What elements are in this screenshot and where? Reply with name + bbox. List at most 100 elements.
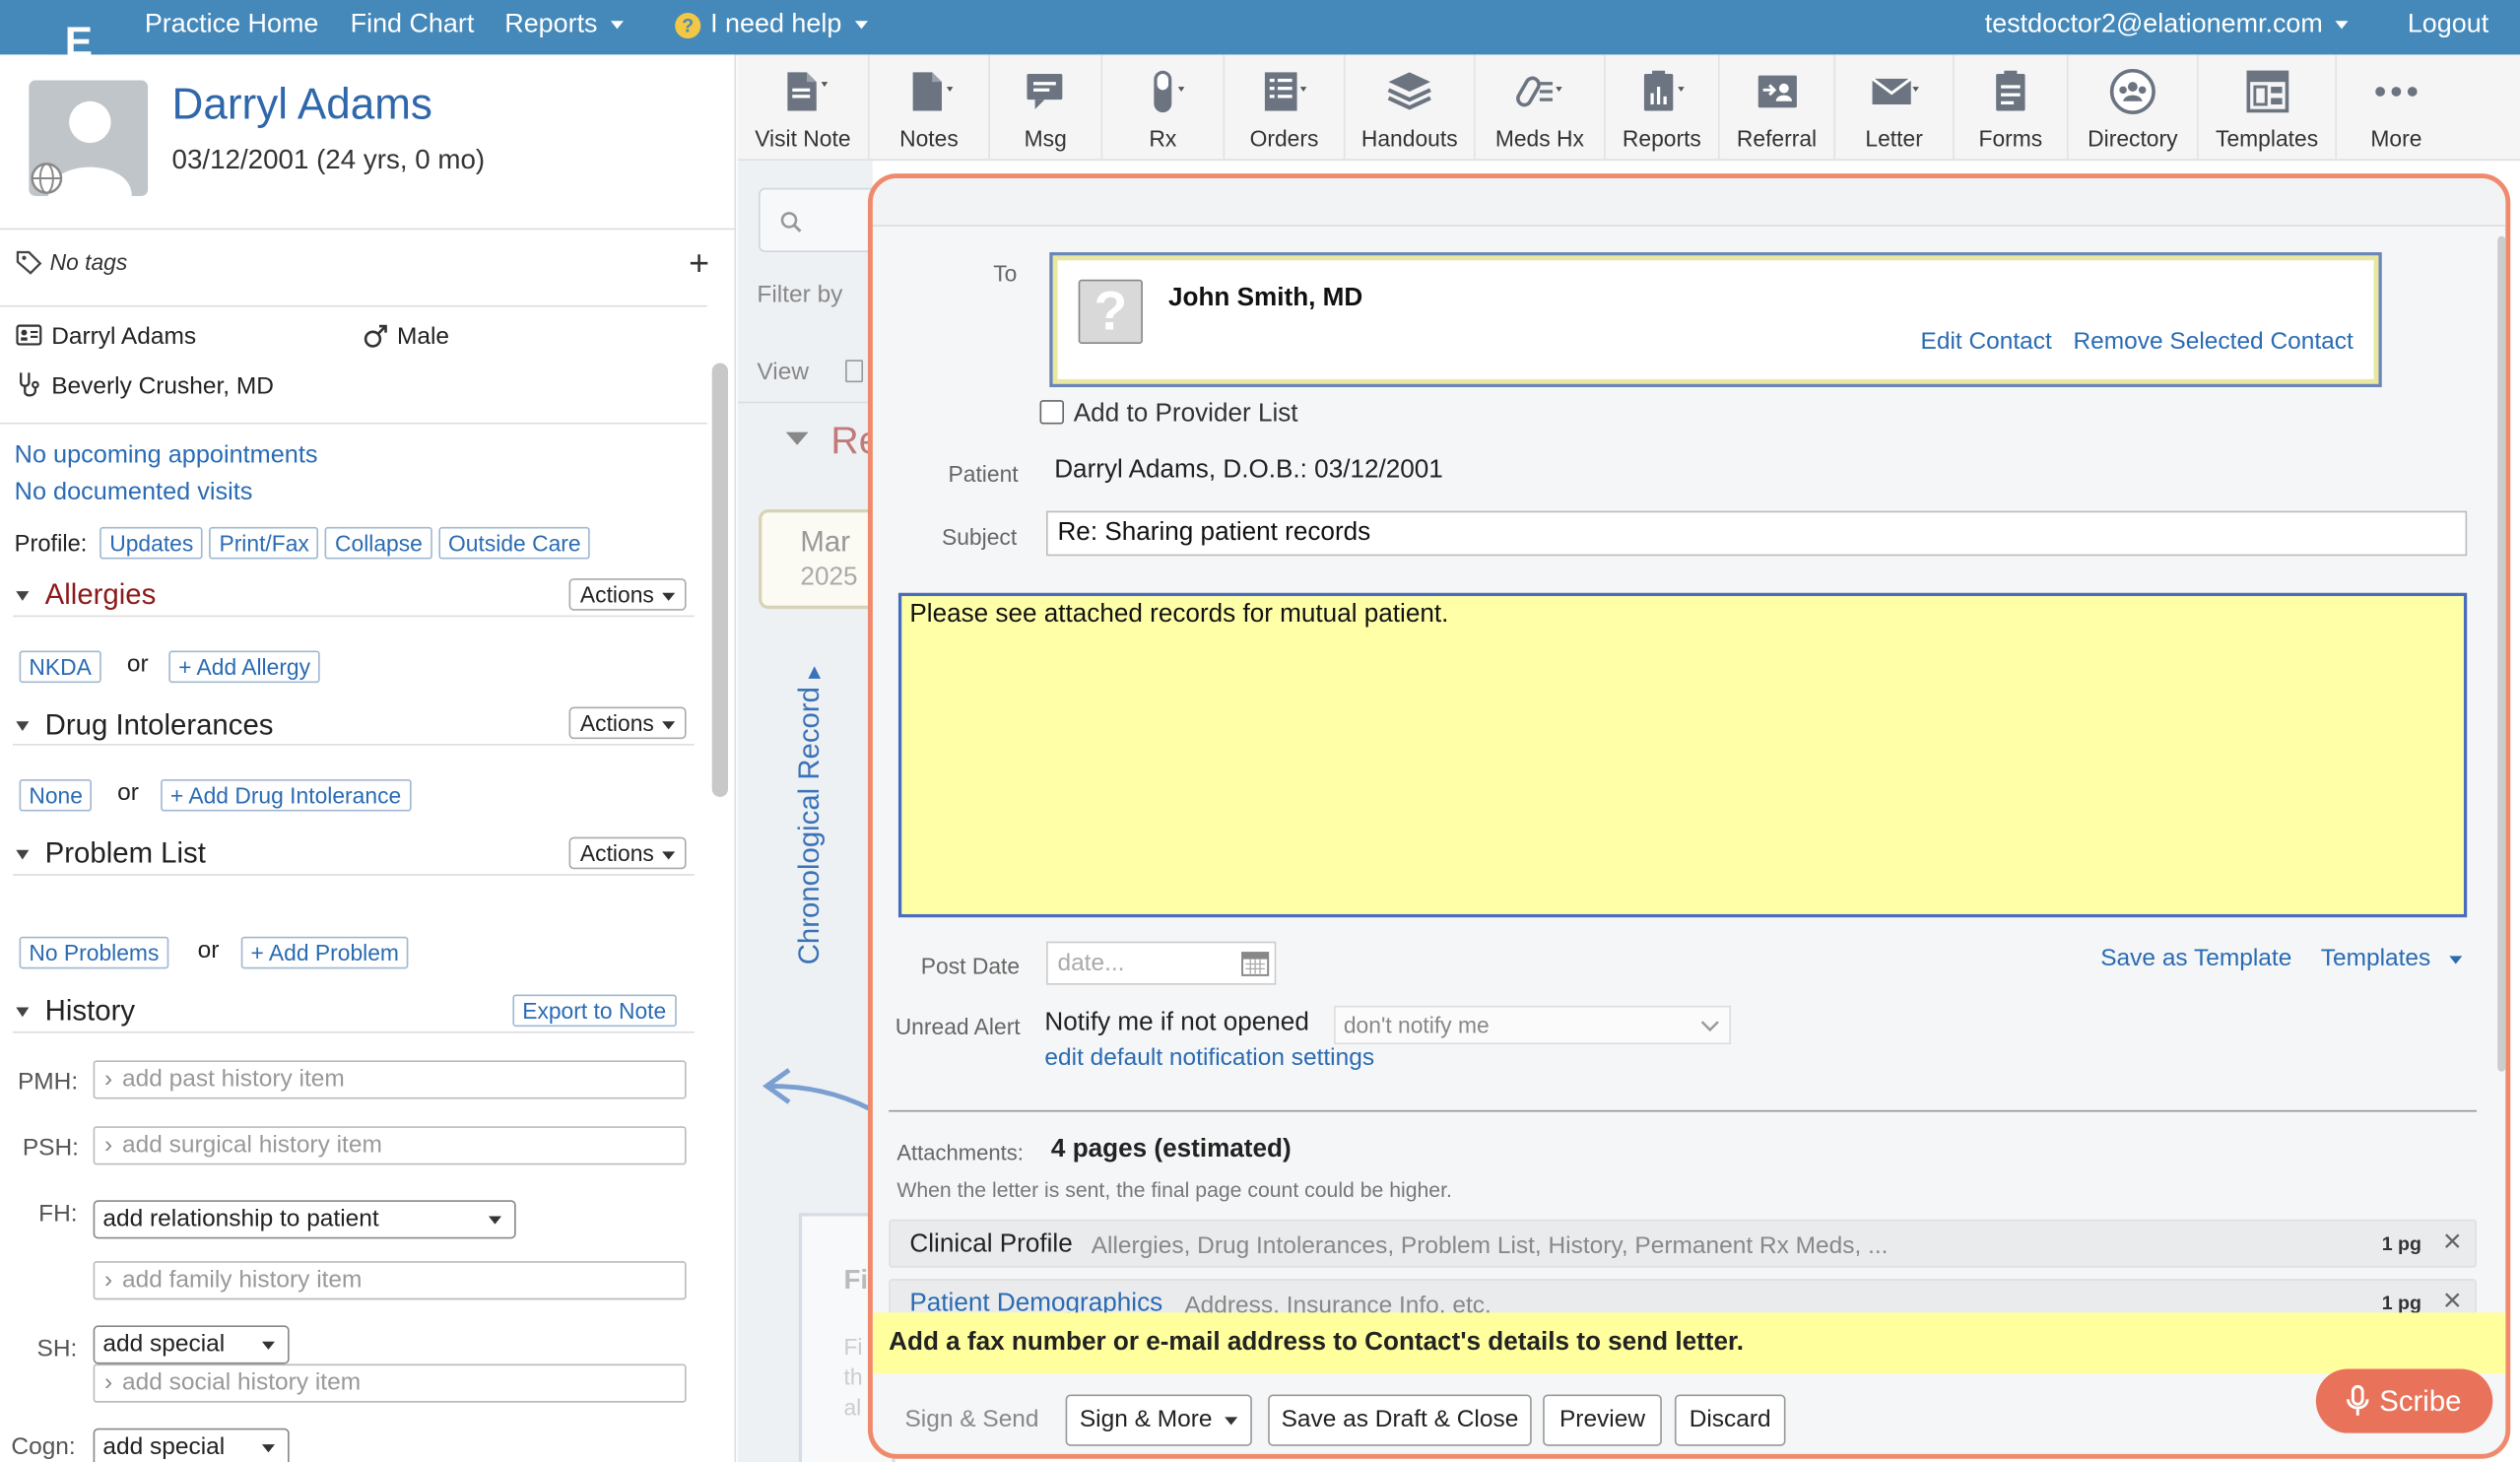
- nkda-button[interactable]: NKDA: [19, 650, 101, 684]
- divider: [13, 615, 695, 618]
- nav-reports[interactable]: Reports: [504, 9, 624, 40]
- family-history-input[interactable]: › add family history item: [93, 1261, 687, 1300]
- chevron-down-icon: [854, 21, 868, 30]
- post-date-input[interactable]: date...: [1046, 941, 1277, 985]
- preview-button[interactable]: Preview: [1543, 1394, 1662, 1446]
- dialog-scrollbar[interactable]: [2497, 235, 2506, 1072]
- logout-link[interactable]: Logout: [2408, 10, 2488, 40]
- allergies-header[interactable]: Allergies: [16, 578, 156, 612]
- form-icon: [1996, 70, 2025, 111]
- allergies-actions-button[interactable]: Actions: [568, 578, 687, 611]
- social-history-input[interactable]: › add social history item: [93, 1363, 687, 1403]
- nav-help[interactable]: ? I need help: [675, 10, 868, 40]
- date-month: Mar: [800, 525, 851, 558]
- nav-find-chart[interactable]: Find Chart: [351, 10, 475, 40]
- patient-sidebar: Darryl Adams 03/12/2001 (24 yrs, 0 mo) N…: [0, 54, 737, 1462]
- meds-hx-button[interactable]: Meds Hx: [1476, 54, 1606, 162]
- remove-attachment-icon[interactable]: ×: [2443, 1225, 2462, 1262]
- profile-row: Profile: Updates Print/Fax Collapse Outs…: [14, 526, 591, 560]
- chronological-record-tab[interactable]: Chronological Record ▶: [793, 666, 827, 964]
- directory-icon: [2109, 68, 2155, 114]
- user-menu[interactable]: testdoctor2@elationemr.com: [1985, 10, 2349, 40]
- forms-button[interactable]: Forms: [1955, 54, 2069, 162]
- nav-reports-label: Reports: [504, 9, 598, 39]
- letter-button[interactable]: Letter: [1835, 54, 1955, 162]
- remove-contact-link[interactable]: Remove Selected Contact: [2074, 328, 2354, 356]
- problem-list-title: Problem List: [44, 836, 206, 870]
- contact-placeholder-icon: ?: [1078, 279, 1143, 344]
- export-to-note-button[interactable]: Export to Note: [512, 994, 677, 1028]
- rx-button[interactable]: Rx: [1102, 54, 1226, 162]
- reports-button[interactable]: Reports: [1606, 54, 1720, 162]
- documented-visits-link[interactable]: No documented visits: [15, 479, 253, 507]
- divider: [0, 304, 707, 307]
- edit-contact-link[interactable]: Edit Contact: [1921, 328, 2052, 356]
- nav-practice-home[interactable]: Practice Home: [145, 10, 319, 40]
- intolerances-actions-button[interactable]: Actions: [568, 706, 687, 740]
- msg-button[interactable]: Msg: [990, 54, 1103, 162]
- contact-name: John Smith, MD: [1168, 284, 1363, 312]
- microphone-icon: [2347, 1384, 2370, 1416]
- templates-icon: [2245, 70, 2288, 113]
- print-fax-button[interactable]: Print/Fax: [209, 526, 319, 560]
- edit-notification-settings-link[interactable]: edit default notification settings: [1044, 1044, 1374, 1072]
- surgical-history-input[interactable]: › add surgical history item: [93, 1126, 687, 1165]
- scribe-button[interactable]: Scribe: [2315, 1368, 2493, 1433]
- dialog-header: [872, 178, 2506, 227]
- templates-button[interactable]: Templates: [2199, 54, 2338, 162]
- handouts-button[interactable]: Handouts: [1345, 54, 1476, 162]
- save-as-template-link[interactable]: Save as Template: [2100, 945, 2291, 972]
- family-relationship-select[interactable]: add relationship to patient: [93, 1200, 516, 1239]
- sidebar-scrollbar[interactable]: [711, 363, 729, 797]
- problem-list-header[interactable]: Problem List: [16, 837, 206, 871]
- no-intolerances-button[interactable]: None: [19, 778, 93, 812]
- provider-text: Beverly Crusher, MD: [51, 372, 274, 401]
- templates-dropdown[interactable]: Templates: [2321, 945, 2463, 972]
- add-provider-row[interactable]: Add to Provider List: [1039, 400, 1298, 429]
- problems-actions-button[interactable]: Actions: [568, 836, 687, 870]
- orders-button[interactable]: Orders: [1225, 54, 1346, 162]
- chevron-down-icon: [662, 850, 676, 860]
- cognitive-special-select[interactable]: add special: [93, 1428, 290, 1462]
- discard-button[interactable]: Discard: [1674, 1394, 1786, 1446]
- notify-select[interactable]: don't notify me: [1334, 1005, 1732, 1045]
- save-draft-close-button[interactable]: Save as Draft & Close: [1268, 1394, 1532, 1446]
- profile-label: Profile:: [14, 531, 88, 558]
- referral-button[interactable]: Referral: [1720, 54, 1836, 162]
- add-tag-button[interactable]: +: [682, 245, 717, 283]
- collapse-triangle-icon: [16, 1007, 30, 1018]
- add-problem-button[interactable]: + Add Problem: [240, 936, 409, 969]
- past-history-input[interactable]: › add past history item: [93, 1060, 687, 1099]
- more-dots-icon: [2375, 87, 2418, 97]
- letter-body-textarea[interactable]: Please see attached records for mutual p…: [897, 592, 2468, 918]
- toolbar-label: Reports: [1622, 125, 1701, 152]
- letter-dialog: To ? John Smith, MD Edit Contact Remove …: [867, 173, 2511, 1459]
- calendar-icon[interactable]: [1240, 950, 1270, 977]
- more-button[interactable]: More: [2337, 54, 2456, 161]
- envelope-icon: [1870, 77, 1919, 105]
- updates-button[interactable]: Updates: [99, 526, 204, 560]
- history-header[interactable]: History: [16, 994, 135, 1028]
- collapse-button[interactable]: Collapse: [325, 526, 432, 560]
- visit-note-button[interactable]: Visit Note: [738, 54, 870, 162]
- tags-row: No tags: [16, 249, 127, 275]
- notes-button[interactable]: Notes: [870, 54, 990, 162]
- directory-button[interactable]: Directory: [2069, 54, 2199, 162]
- add-allergy-button[interactable]: + Add Allergy: [168, 650, 320, 684]
- stethoscope-icon: [20, 372, 39, 397]
- social-special-select[interactable]: add special: [93, 1325, 290, 1364]
- chevron-down-icon: [662, 592, 676, 601]
- drug-intolerances-header[interactable]: Drug Intolerances: [16, 708, 273, 742]
- chevron-right-icon: ›: [104, 1065, 113, 1093]
- no-problems-button[interactable]: No Problems: [19, 936, 169, 969]
- sign-more-button[interactable]: Sign & More: [1065, 1394, 1252, 1446]
- add-drug-intolerance-button[interactable]: + Add Drug Intolerance: [161, 778, 412, 812]
- add-provider-checkbox[interactable]: [1039, 400, 1064, 425]
- subject-input[interactable]: Re: Sharing patient records: [1046, 510, 2468, 557]
- pmh-label: PMH:: [17, 1068, 79, 1096]
- sign-send-button[interactable]: Sign & Send: [904, 1406, 1038, 1433]
- divider: [737, 401, 873, 404]
- outside-care-button[interactable]: Outside Care: [438, 526, 591, 560]
- toolbar-label: Msg: [1024, 125, 1067, 152]
- upcoming-appointments-link[interactable]: No upcoming appointments: [15, 441, 318, 470]
